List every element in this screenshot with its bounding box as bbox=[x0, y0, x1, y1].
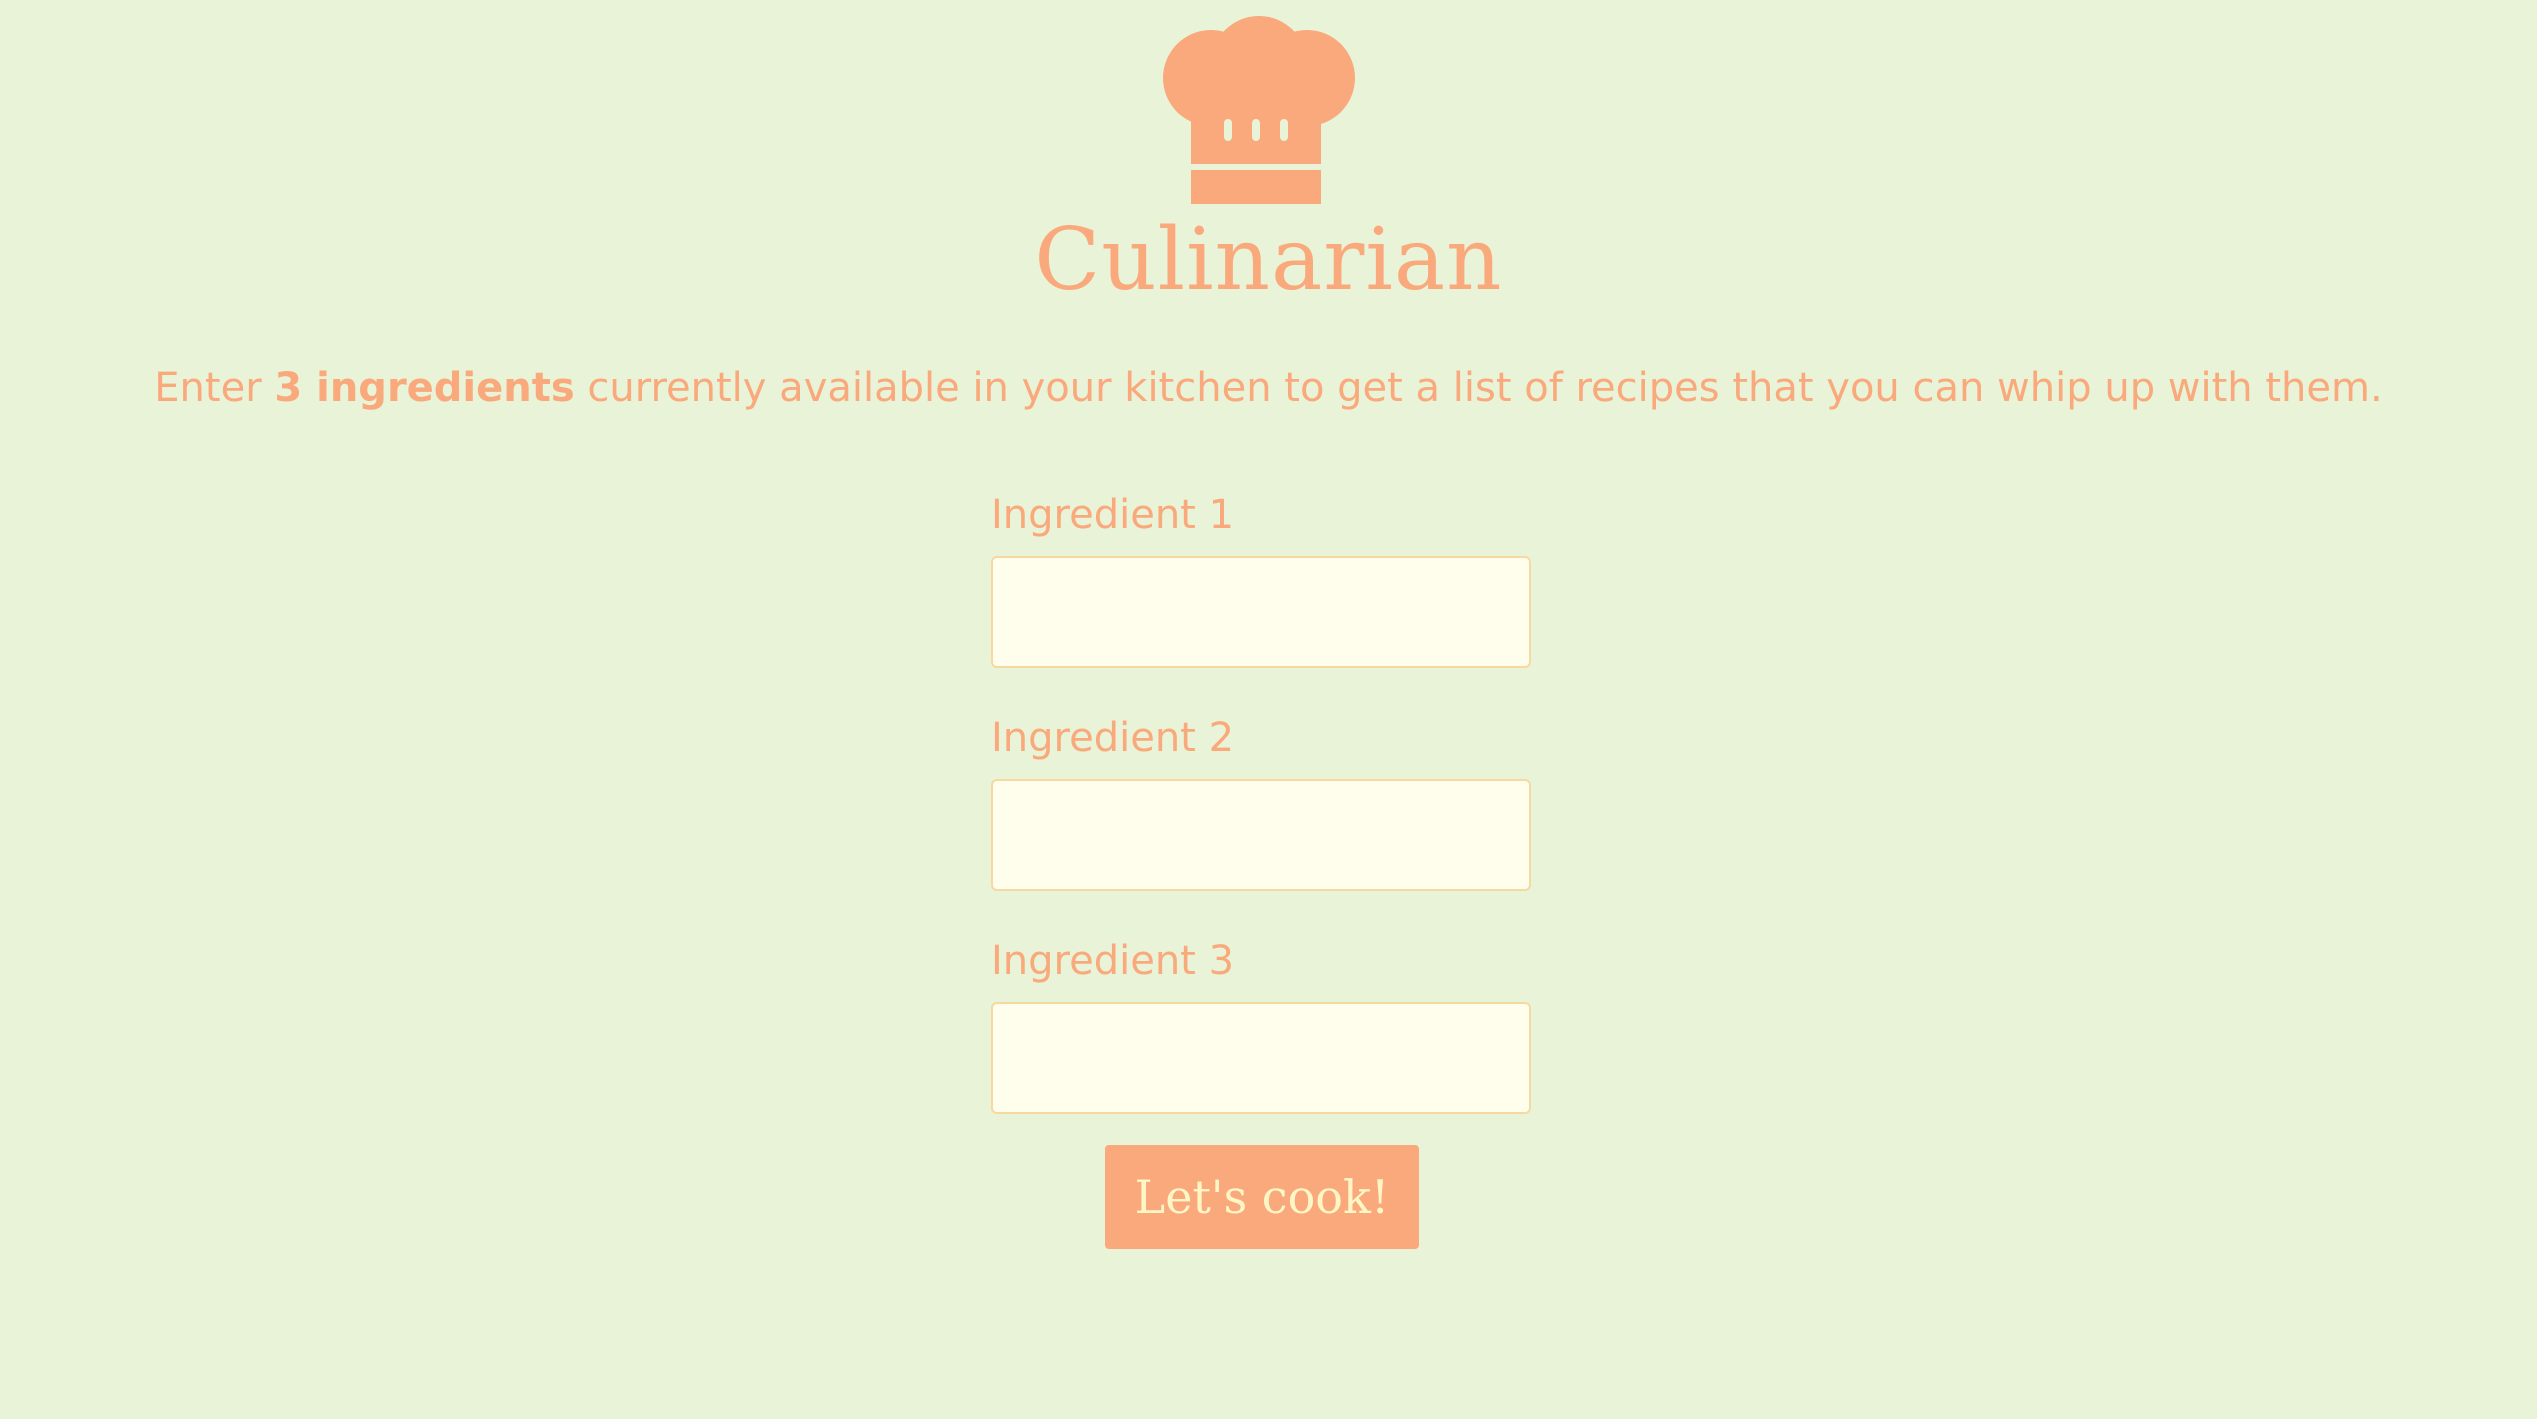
ingredient-2-label: Ingredient 2 bbox=[991, 715, 1235, 761]
chef-hat-icon bbox=[1163, 16, 1355, 204]
ingredient-3-label: Ingredient 3 bbox=[991, 938, 1235, 984]
instructions-emphasis: 3 ingredients bbox=[274, 365, 575, 411]
lets-cook-button[interactable]: Let's cook! bbox=[1105, 1145, 1419, 1249]
ingredient-3-input[interactable] bbox=[991, 1002, 1531, 1114]
ingredient-1-field: Ingredient 1 bbox=[991, 486, 1531, 668]
ingredient-3-field: Ingredient 3 bbox=[991, 932, 1531, 1114]
ingredients-form: Ingredient 1 Ingredient 2 Ingredient 3 bbox=[991, 486, 1531, 1114]
instructions-tail: currently available in your kitchen to g… bbox=[574, 365, 2383, 411]
instructions-text: Enter 3 ingredients currently available … bbox=[0, 358, 2537, 418]
ingredient-2-input[interactable] bbox=[991, 779, 1531, 891]
ingredient-2-field: Ingredient 2 bbox=[991, 709, 1531, 891]
app-title: Culinarian bbox=[1034, 210, 1503, 310]
ingredient-1-label: Ingredient 1 bbox=[991, 492, 1235, 538]
instructions-lead: Enter bbox=[154, 365, 275, 411]
page: Culinarian Enter 3 ingredients currently… bbox=[0, 0, 2537, 1419]
ingredient-1-input[interactable] bbox=[991, 556, 1531, 668]
